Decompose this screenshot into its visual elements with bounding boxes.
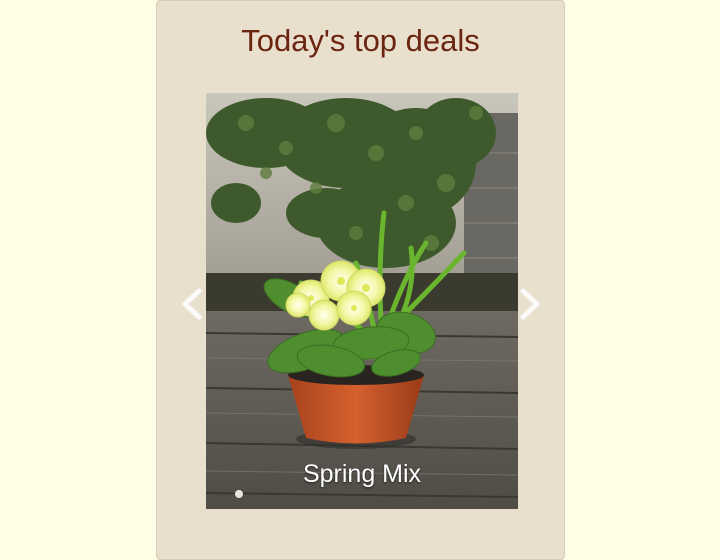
chevron-left-icon[interactable] [177, 287, 207, 321]
slide-caption: Spring Mix [302, 460, 422, 488]
deals-card: Today's top deals Spring Mix [156, 0, 565, 560]
deals-carousel[interactable]: Spring Mix [206, 93, 518, 509]
card-title: Today's top deals [241, 23, 480, 58]
chevron-right-icon[interactable] [515, 287, 545, 321]
slide-image [206, 93, 518, 509]
